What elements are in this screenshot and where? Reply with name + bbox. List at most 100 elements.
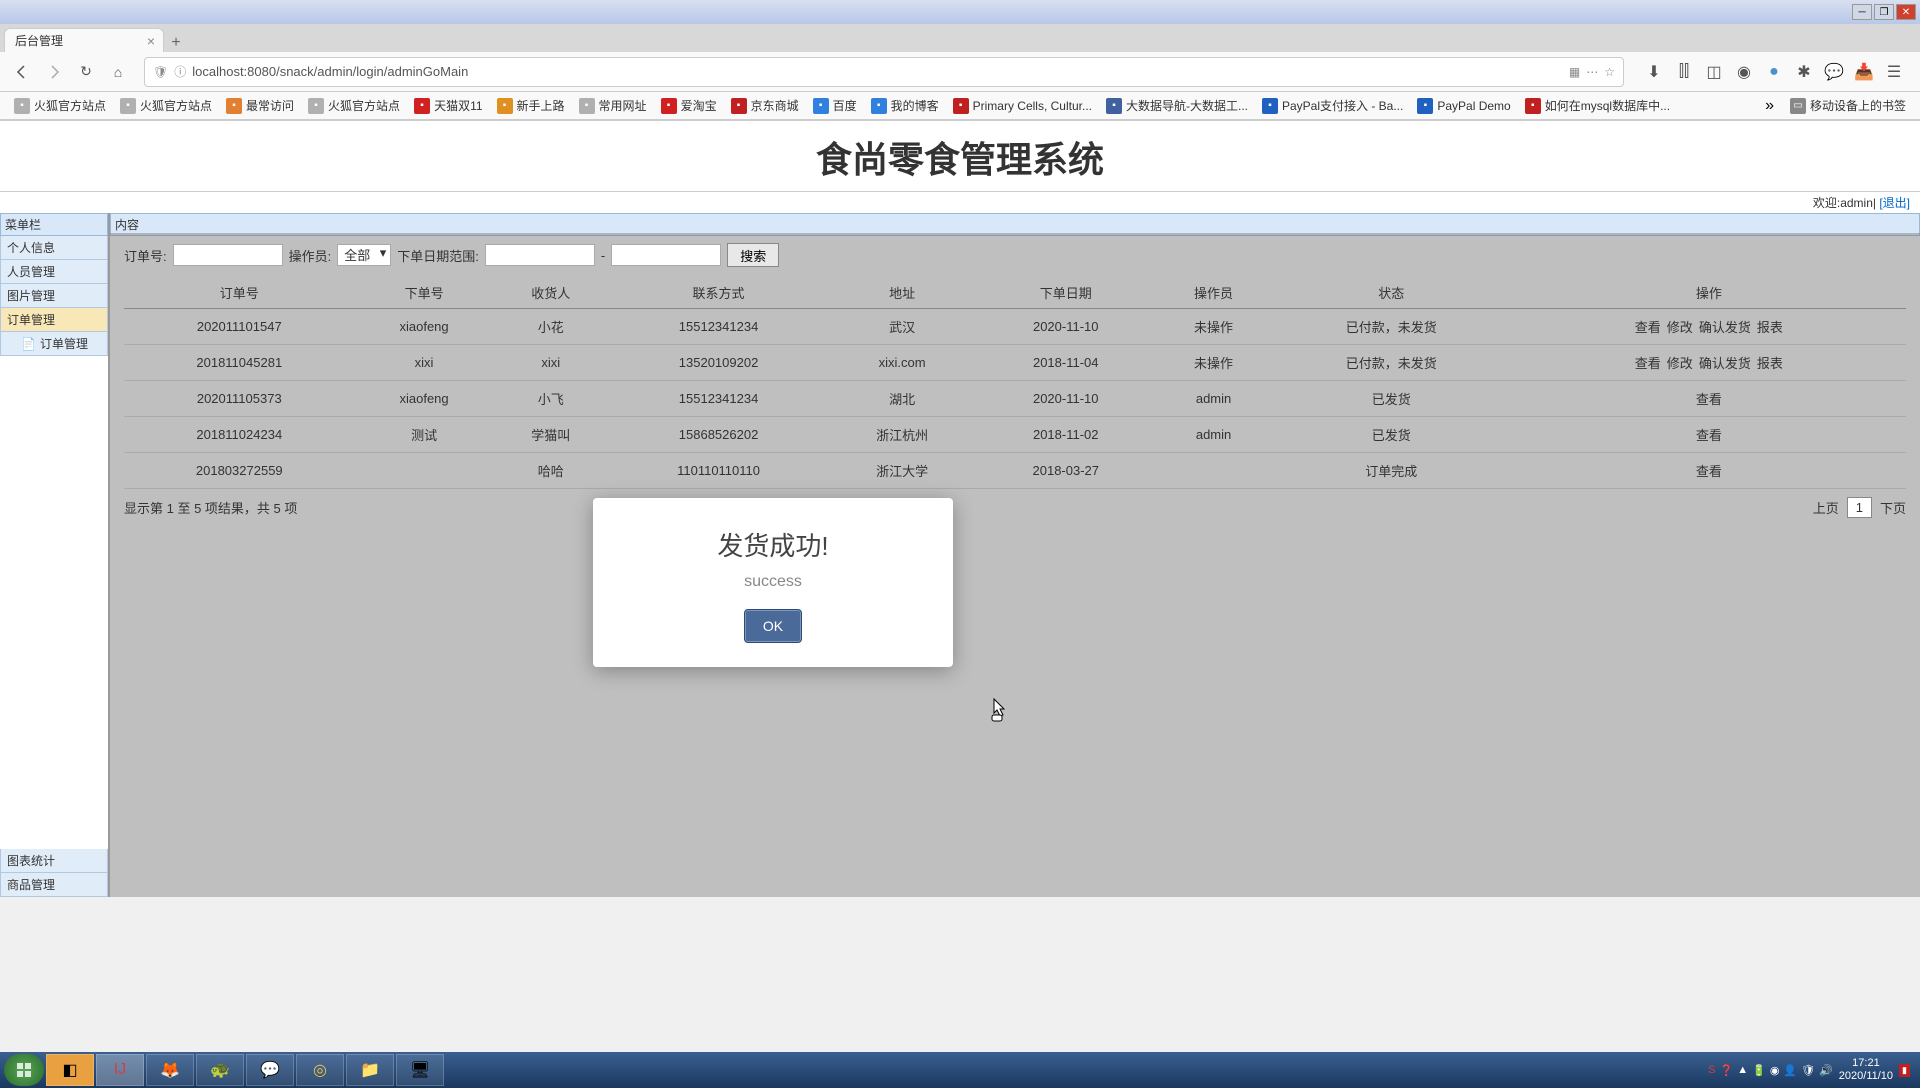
ext1-icon[interactable]: ◉ bbox=[1734, 62, 1754, 82]
ext3-icon[interactable]: ✱ bbox=[1794, 62, 1814, 82]
bookmark-item[interactable]: ▪新手上路 bbox=[491, 97, 571, 114]
action-link[interactable]: 修改 bbox=[1667, 356, 1693, 371]
bookmark-item[interactable]: ▪如何在mysql数据库中... bbox=[1519, 97, 1676, 114]
sidebar-item[interactable]: 图表统计 bbox=[0, 849, 108, 873]
logout-link[interactable]: [退出] bbox=[1879, 196, 1910, 210]
bookmark-item[interactable]: ▪大数据导航-大数据工... bbox=[1100, 97, 1254, 114]
tray-icon[interactable]: ◉ bbox=[1770, 1064, 1780, 1077]
minimize-button[interactable]: ─ bbox=[1852, 4, 1872, 20]
back-button[interactable] bbox=[8, 58, 36, 86]
bookmark-item[interactable]: ▪爱淘宝 bbox=[655, 97, 723, 114]
task-app1[interactable]: ◧ bbox=[46, 1054, 94, 1086]
bookmark-item[interactable]: ▪Primary Cells, Cultur... bbox=[947, 97, 1098, 114]
task-app3[interactable]: 🐢 bbox=[196, 1054, 244, 1086]
action-link[interactable]: 查看 bbox=[1635, 356, 1661, 371]
action-link[interactable]: 查看 bbox=[1696, 464, 1722, 479]
qr-icon[interactable]: ▦ bbox=[1569, 65, 1580, 79]
home-button[interactable]: ⌂ bbox=[104, 58, 132, 86]
ext4-icon[interactable]: 💬 bbox=[1824, 62, 1844, 82]
bookmark-icon: ▪ bbox=[14, 98, 30, 114]
sidebar-item[interactable]: 人员管理 bbox=[0, 260, 108, 284]
date-from-input[interactable] bbox=[485, 244, 595, 266]
tray-icon[interactable]: 🛡 bbox=[1801, 1064, 1815, 1077]
table-row: 201811045281xixixixi13520109202xixi.com2… bbox=[124, 345, 1906, 381]
bookmark-item[interactable]: ▪天猫双11 bbox=[408, 97, 488, 114]
bookmarks-overflow[interactable]: » bbox=[1757, 97, 1782, 115]
date-to-input[interactable] bbox=[611, 244, 721, 266]
page-number[interactable]: 1 bbox=[1847, 497, 1872, 518]
menu-icon[interactable]: ☰ bbox=[1884, 62, 1904, 82]
task-wechat[interactable]: 💬 bbox=[246, 1054, 294, 1086]
action-link[interactable]: 报表 bbox=[1757, 356, 1783, 371]
download-icon[interactable]: ⬇ bbox=[1644, 62, 1664, 82]
bookmark-item[interactable]: ▪火狐官方站点 bbox=[8, 97, 112, 114]
start-button[interactable] bbox=[4, 1054, 44, 1086]
tray-icon[interactable]: S bbox=[1708, 1064, 1715, 1077]
task-app5[interactable]: 🖥 bbox=[396, 1054, 444, 1086]
bookmark-item[interactable]: ▪火狐官方站点 bbox=[302, 97, 406, 114]
task-firefox[interactable]: 🦊 bbox=[146, 1054, 194, 1086]
bookmark-icon: ▪ bbox=[1417, 98, 1433, 114]
task-app2[interactable]: IJ bbox=[96, 1054, 144, 1086]
close-button[interactable]: ✕ bbox=[1896, 4, 1916, 20]
action-link[interactable]: 查看 bbox=[1696, 428, 1722, 443]
sidebar-icon[interactable]: ◫ bbox=[1704, 62, 1724, 82]
ext2-icon[interactable]: ● bbox=[1764, 62, 1784, 82]
forward-button[interactable] bbox=[40, 58, 68, 86]
action-link[interactable]: 查看 bbox=[1696, 392, 1722, 407]
ext5-icon[interactable]: 📥 bbox=[1854, 62, 1874, 82]
sidebar-item[interactable]: 商品管理 bbox=[0, 873, 108, 897]
mobile-bookmarks[interactable]: ▭ 移动设备上的书签 bbox=[1784, 97, 1912, 114]
ellipsis-icon[interactable]: ⋯ bbox=[1586, 65, 1598, 79]
action-link[interactable]: 确认发货 bbox=[1699, 356, 1751, 371]
sidebar-item[interactable]: 个人信息 bbox=[0, 236, 108, 260]
sidebar-child-order[interactable]: 📄 订单管理 bbox=[0, 332, 108, 356]
folder-icon: ▭ bbox=[1790, 98, 1806, 114]
task-explorer[interactable]: 📁 bbox=[346, 1054, 394, 1086]
next-page[interactable]: 下页 bbox=[1880, 498, 1906, 517]
task-app4[interactable]: ◎ bbox=[296, 1054, 344, 1086]
library-icon[interactable]: ⫿⫿ bbox=[1674, 62, 1694, 82]
sidebar-item[interactable]: 图片管理 bbox=[0, 284, 108, 308]
new-tab-button[interactable]: + bbox=[164, 34, 188, 52]
maximize-button[interactable]: ❐ bbox=[1874, 4, 1894, 20]
column-header: 下单日期 bbox=[975, 277, 1156, 309]
tray-icon[interactable]: ❓ bbox=[1720, 1064, 1734, 1077]
tray-icon[interactable]: 👤 bbox=[1783, 1064, 1797, 1077]
operator-select[interactable]: 全部 ▾ bbox=[337, 244, 391, 266]
prev-page[interactable]: 上页 bbox=[1813, 498, 1839, 517]
tray-icon[interactable]: 🔊 bbox=[1819, 1064, 1833, 1077]
tray-flag[interactable]: ▮ bbox=[1899, 1064, 1910, 1077]
bookmark-item[interactable]: ▪PayPal Demo bbox=[1411, 97, 1516, 114]
bookmark-item[interactable]: ▪PayPal支付接入 - Ba... bbox=[1256, 97, 1409, 114]
welcome-row: 欢迎:admin| [退出] bbox=[0, 192, 1920, 213]
action-link[interactable]: 报表 bbox=[1757, 320, 1783, 335]
reload-button[interactable]: ↻ bbox=[72, 58, 100, 86]
sidebar-item[interactable]: 订单管理 bbox=[0, 308, 108, 332]
tab-active[interactable]: 后台管理 × bbox=[4, 28, 164, 52]
bookmark-item[interactable]: ▪京东商城 bbox=[725, 97, 805, 114]
bookmark-icon: ▪ bbox=[1106, 98, 1122, 114]
tab-close-icon[interactable]: × bbox=[147, 33, 155, 49]
action-link[interactable]: 查看 bbox=[1635, 320, 1661, 335]
tray-clock[interactable]: 17:21 2020/11/10 bbox=[1839, 1057, 1893, 1083]
modal-title: 发货成功! bbox=[613, 526, 933, 563]
bookmark-icon: ▪ bbox=[731, 98, 747, 114]
column-header: 操作员 bbox=[1156, 277, 1270, 309]
operator-label: 操作员: bbox=[289, 246, 332, 265]
bookmark-item[interactable]: ▪我的博客 bbox=[865, 97, 945, 114]
bookmark-item[interactable]: ▪常用网址 bbox=[573, 97, 653, 114]
search-button[interactable]: 搜索 bbox=[727, 243, 779, 267]
bookmark-item[interactable]: ▪最常访问 bbox=[220, 97, 300, 114]
action-link[interactable]: 确认发货 bbox=[1699, 320, 1751, 335]
bookmark-item[interactable]: ▪百度 bbox=[807, 97, 863, 114]
tray-icons[interactable]: S ❓ ▲ 🔋 ◉ 👤 🛡 🔊 bbox=[1708, 1064, 1833, 1077]
action-link[interactable]: 修改 bbox=[1667, 320, 1693, 335]
star-icon[interactable]: ☆ bbox=[1604, 65, 1615, 79]
url-bar[interactable]: 🛡 ⓘ localhost:8080/snack/admin/login/adm… bbox=[144, 57, 1624, 87]
bookmark-item[interactable]: ▪火狐官方站点 bbox=[114, 97, 218, 114]
tray-icon[interactable]: ▲ bbox=[1737, 1064, 1748, 1077]
modal-ok-button[interactable]: OK bbox=[744, 609, 802, 643]
order-input[interactable] bbox=[173, 244, 283, 266]
tray-icon[interactable]: 🔋 bbox=[1752, 1064, 1766, 1077]
